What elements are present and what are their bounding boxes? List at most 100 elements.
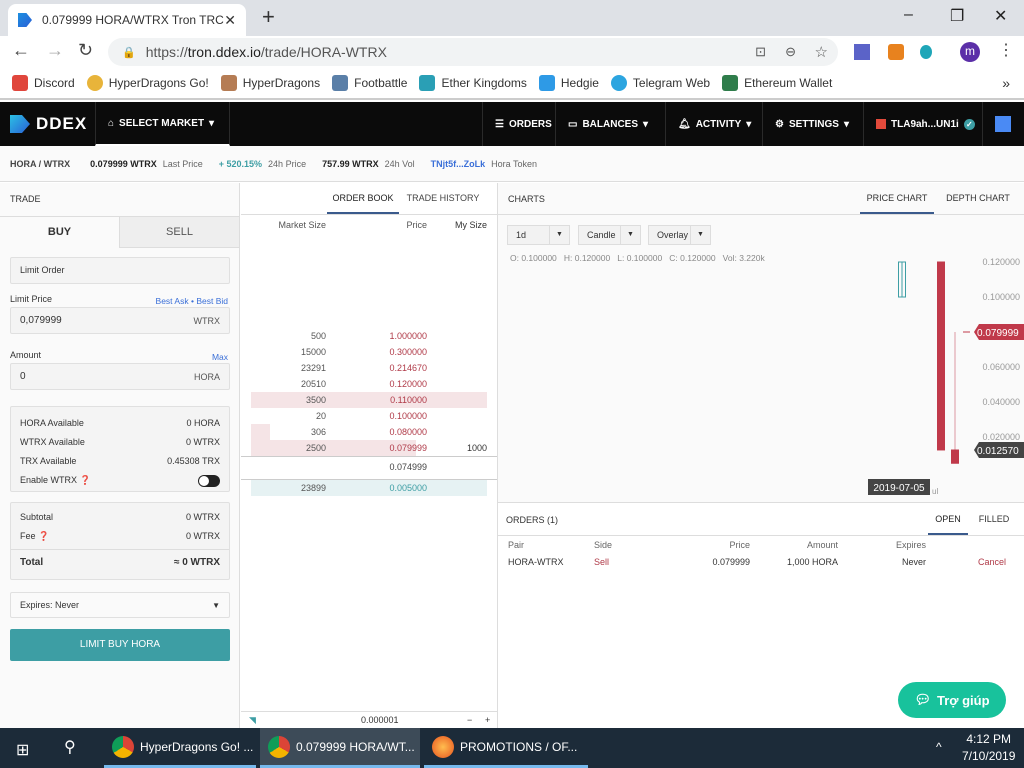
balance-row: TRX Available 0.45308 TRX	[11, 452, 229, 471]
bookmark-ether-kingdoms[interactable]: Ether Kingdoms	[419, 75, 527, 91]
total-label: Total	[20, 557, 44, 568]
bookmark-hedgie[interactable]: Hedgie	[538, 75, 599, 91]
bookmark-ethereum-wallet[interactable]: Ethereum Wallet	[722, 75, 832, 91]
search-icon[interactable]: ⚲	[64, 737, 76, 757]
best-bid-link[interactable]: Best Bid	[196, 296, 228, 306]
bookmark-telegram[interactable]: Telegram Web	[610, 75, 710, 91]
ask-row[interactable]: 23291 0.214670	[251, 360, 487, 376]
taskbar-item[interactable]: PROMOTIONS / OF...	[424, 728, 588, 768]
max-link[interactable]: Max	[212, 352, 228, 362]
metamask-icon[interactable]	[888, 44, 904, 60]
restore-icon[interactable]: ❐	[950, 6, 964, 26]
select-market-button[interactable]: ⌂ SELECT MARKET ▾	[95, 102, 230, 146]
best-ask-link[interactable]: Best Ask	[156, 296, 189, 306]
caret-down-icon: ▾	[746, 118, 752, 130]
limit-buy-button[interactable]: LIMIT BUY HORA	[10, 629, 230, 661]
ddex-favicon-icon	[18, 13, 32, 27]
limit-price-input[interactable]: 0,079999 WTRX	[10, 307, 230, 334]
cancel-order-button[interactable]: Cancel	[978, 557, 1006, 567]
help-chat-button[interactable]: 💬︎ Trợ giúp	[898, 682, 1006, 718]
bid-row[interactable]: 23899 0.005000	[251, 480, 487, 496]
forward-icon[interactable]: →	[46, 40, 64, 61]
tab-order-book[interactable]: ORDER BOOK	[327, 183, 399, 214]
price-chart[interactable]: 0.120000 0.100000 0.060000 0.040000 0.020000…	[498, 183, 1024, 503]
url-input[interactable]: 🔒 https://tron.ddex.io/trade/HORA-WTRX ⊡…	[108, 38, 838, 66]
activity-button[interactable]: 🔔︎ ACTIVITY ▾	[665, 102, 763, 146]
translate-icon[interactable]: ⊡	[755, 44, 766, 60]
orders-button[interactable]: ☰ ORDERS	[482, 102, 564, 146]
divider	[498, 535, 1024, 536]
extension-leaf-icon[interactable]	[920, 45, 932, 59]
col-amount: Amount	[806, 540, 838, 550]
ask-size: 3500	[305, 395, 326, 405]
account-button[interactable]: TLA9ah...UN1i ✓	[863, 102, 987, 146]
amount-input[interactable]: 0 HORA	[10, 363, 230, 390]
clock-date: 7/10/2019	[962, 749, 1016, 763]
bookmark-footbattle[interactable]: Footbattle	[332, 75, 407, 91]
google-translate-button[interactable]	[982, 102, 1024, 146]
bookmark-hyperdragons[interactable]: HyperDragons	[220, 75, 320, 91]
close-tab-icon[interactable]: ✕	[224, 12, 236, 29]
settings-button[interactable]: ⚙ SETTINGS ▾	[762, 102, 861, 146]
ask-row[interactable]: 20510 0.120000	[251, 376, 487, 392]
bookmark-hyperdragons-go[interactable]: HyperDragons Go!	[86, 75, 209, 91]
aggregation-increase-button[interactable]: +	[485, 715, 490, 725]
ask-row[interactable]: 3500 0.110000	[251, 392, 487, 408]
taskbar-item-active[interactable]: 0.079999 HORA/WT...	[260, 728, 420, 768]
tray-chevron-icon[interactable]: ^	[936, 740, 942, 754]
ask-size: 500	[310, 331, 326, 341]
order-type-select[interactable]: Limit Order	[10, 257, 230, 284]
tab-filled-orders[interactable]: FILLED	[974, 504, 1014, 535]
bookmark-label: Ethereum Wallet	[744, 76, 833, 90]
trade-panel: TRADE BUY SELL Limit Order Limit Price B…	[0, 183, 240, 728]
candle-body	[951, 449, 959, 464]
order-type-value: Limit Order	[20, 265, 65, 275]
balance-value: 0 WTRX	[185, 437, 220, 447]
ddex-logo[interactable]: DDEX	[10, 114, 87, 134]
url-host: tron.ddex.io	[187, 44, 261, 60]
ask-row[interactable]: 500 1.000000	[251, 328, 487, 344]
balances-button[interactable]: ▭ BALANCES ▾	[555, 102, 660, 146]
browser-menu-icon[interactable]: ⋮	[998, 40, 1014, 60]
browser-tab-active[interactable]: 0.079999 HORA/WTRX Tron TRC ✕	[8, 4, 246, 36]
clock[interactable]: 4:12 PM 7/10/2019	[962, 731, 1015, 765]
token-address-link[interactable]: TNjt5f...ZoLk	[431, 159, 486, 169]
crosshair-date-label: 2019-07-05	[873, 483, 925, 494]
reload-icon[interactable]: ↻	[78, 40, 93, 61]
amount-unit: HORA	[193, 371, 220, 382]
ask-row[interactable]: 2500 0.079999 1000	[251, 440, 487, 456]
buy-tab[interactable]: BUY	[0, 216, 119, 248]
taskbar-item[interactable]: HyperDragons Go! ...	[104, 728, 256, 768]
zoom-icon[interactable]: ⊖	[785, 44, 796, 60]
taskbar-label: PROMOTIONS / OF...	[460, 739, 578, 754]
ask-row[interactable]: 306 0.080000	[251, 424, 487, 440]
aggregation-decrease-button[interactable]: −	[467, 715, 472, 725]
ask-row[interactable]: 15000 0.300000	[251, 344, 487, 360]
limit-price-value: 0,079999	[20, 315, 62, 326]
limit-price-unit: WTRX	[193, 315, 221, 326]
expires-select[interactable]: Expires: Never ▼	[10, 592, 230, 618]
new-tab-button[interactable]: +	[262, 4, 275, 30]
bookmark-star-icon[interactable]: ☆	[815, 43, 828, 61]
more-bookmarks-icon[interactable]: »	[1002, 75, 1010, 91]
ask-row[interactable]: 20 0.100000	[251, 408, 487, 424]
y-tick-label: 0.120000	[982, 257, 1020, 267]
col-expires: Expires	[895, 540, 926, 550]
help-icon[interactable]: ❓	[80, 475, 91, 485]
tab-trade-history[interactable]: TRADE HISTORY	[403, 183, 483, 214]
bid-size: 23899	[300, 483, 326, 493]
tab-open-orders[interactable]: OPEN	[928, 504, 968, 535]
help-icon[interactable]: ❓	[38, 531, 49, 541]
close-window-icon[interactable]: ✕	[994, 6, 1007, 26]
extension-icon[interactable]	[854, 44, 870, 60]
bookmark-discord[interactable]: Discord	[12, 75, 75, 91]
minimize-icon[interactable]: –	[904, 6, 913, 24]
col-my-size: My Size	[454, 220, 487, 230]
sell-tab[interactable]: SELL	[119, 216, 240, 248]
enable-wtrx-toggle[interactable]	[198, 474, 220, 487]
back-icon[interactable]: ←	[12, 40, 30, 61]
spread-row: 0.074999	[251, 459, 487, 475]
windows-start-icon[interactable]: ⊞	[16, 740, 29, 760]
profile-avatar[interactable]: m	[960, 42, 980, 62]
taskbar-label: HyperDragons Go! ...	[140, 739, 254, 754]
